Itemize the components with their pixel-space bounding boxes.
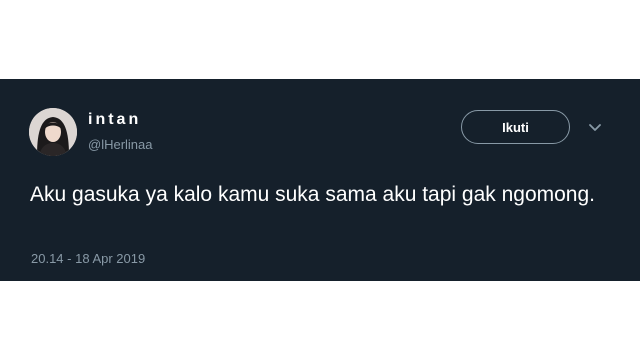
tweet-card: intan @lHerlinaa Ikuti Aku gasuka ya kal…	[0, 79, 640, 281]
author-handle[interactable]: @lHerlinaa	[88, 137, 153, 152]
tweet-timestamp[interactable]: 20.14 - 18 Apr 2019	[31, 251, 145, 266]
chevron-down-icon[interactable]	[588, 123, 602, 133]
tweet-text: Aku gasuka ya kalo kamu suka sama aku ta…	[30, 183, 595, 206]
author-display-name[interactable]: intan	[88, 111, 141, 129]
avatar[interactable]	[29, 108, 77, 156]
follow-button[interactable]: Ikuti	[461, 110, 570, 144]
avatar-photo	[29, 108, 77, 156]
